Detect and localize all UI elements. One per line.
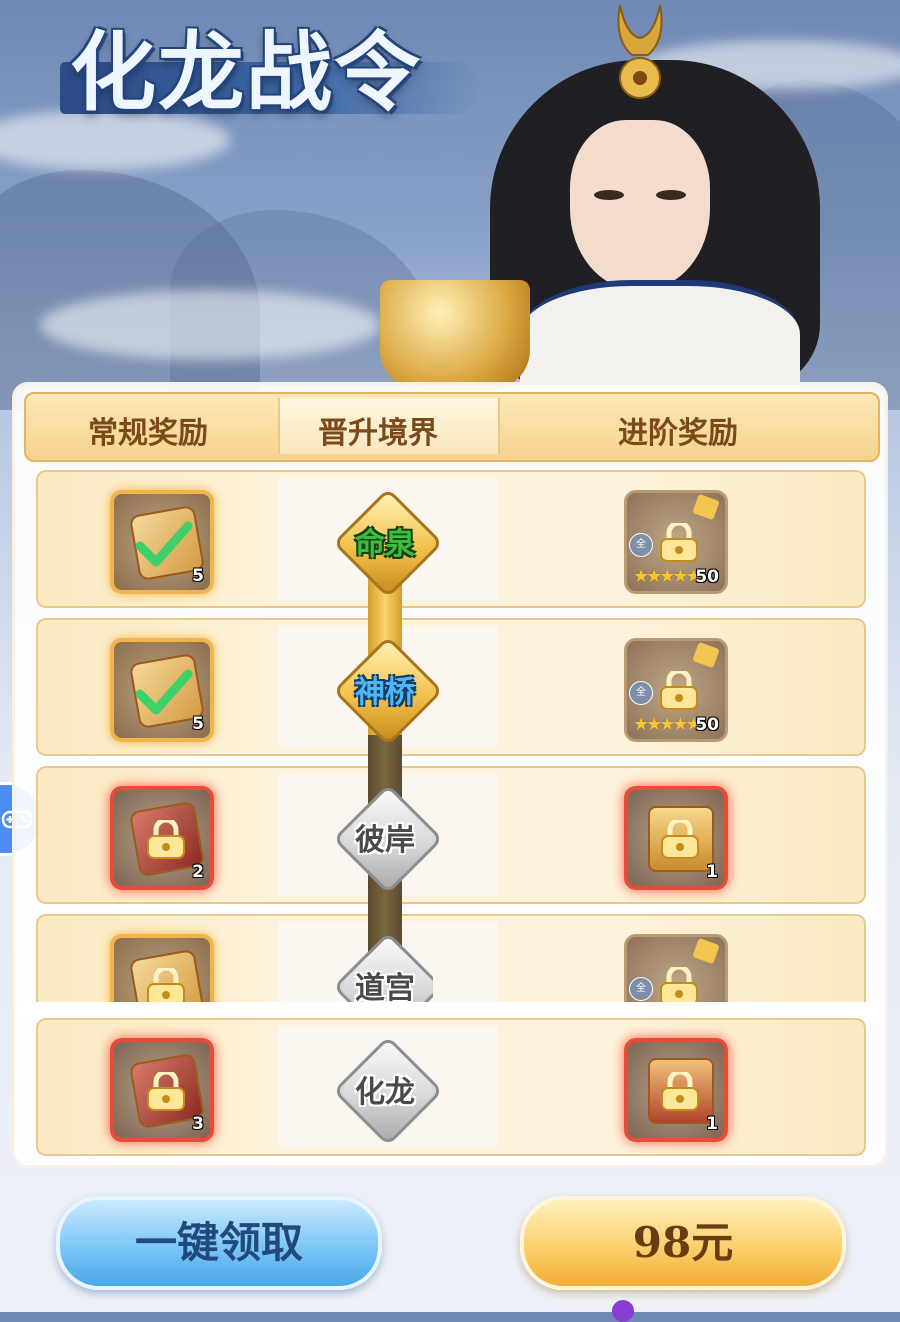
claimed-check-icon (135, 669, 193, 715)
realm-label: 命泉 (355, 527, 415, 562)
realm-label: 神桥 (355, 675, 415, 710)
item-quantity: 5 (192, 714, 204, 734)
item-quantity: 1 (706, 862, 718, 882)
claimed-check-icon (135, 521, 193, 567)
item-quantity: 3 (192, 1114, 204, 1134)
advanced-reward-slot[interactable]: 全 ★★★★★ 50 (624, 490, 728, 594)
star-rating: ★★★★★ (633, 566, 702, 587)
badge-icon: 全 (629, 681, 653, 705)
reward-row: 5 全 ★★★★★ 50 (36, 618, 866, 756)
reward-row: 全 (36, 914, 866, 1006)
item-quantity: 1 (706, 1114, 718, 1134)
badge-icon: 全 (629, 977, 653, 1001)
advanced-reward-slot[interactable]: 全 (624, 934, 728, 1006)
lock-icon (661, 820, 699, 859)
claim-all-button[interactable]: 一键领取 (56, 1196, 382, 1290)
character-face (570, 120, 710, 290)
character-eye (656, 190, 686, 200)
realm-node[interactable]: 神桥 (332, 635, 444, 747)
normal-reward-slot[interactable]: 5 (110, 490, 214, 594)
normal-reward-slot[interactable]: 2 (110, 786, 214, 890)
character-portrait (380, 0, 900, 416)
star-rating: ★★★★★ (633, 714, 702, 735)
normal-reward-slot[interactable]: 5 (110, 638, 214, 742)
item-quantity: 50 (695, 715, 719, 735)
puzzle-piece-icon (692, 493, 720, 521)
realm-node[interactable]: 化龙 (332, 1035, 444, 1147)
puzzle-piece-icon (692, 641, 720, 669)
advanced-reward-slot[interactable]: 全 ★★★★★ 50 (624, 638, 728, 742)
golden-urn-icon (380, 280, 530, 390)
item-quantity: 5 (192, 566, 204, 586)
bottom-indicator-icon (612, 1300, 634, 1322)
lock-icon (660, 967, 698, 1006)
badge-icon: 全 (629, 533, 653, 557)
page-title: 化龙战令 (70, 22, 422, 123)
header-realm: 晋升境界 (318, 416, 438, 451)
lock-icon (147, 820, 185, 859)
advanced-reward-slot[interactable]: 1 (624, 1038, 728, 1142)
final-reward-row: 3 1 (36, 1018, 866, 1156)
lock-icon (660, 523, 698, 562)
item-quantity: 2 (192, 862, 204, 882)
header-normal-rewards: 常规奖励 (88, 416, 208, 451)
realm-node[interactable]: 道宫 (337, 936, 433, 1002)
lock-icon (660, 671, 698, 710)
advanced-reward-slot[interactable]: 1 (624, 786, 728, 890)
column-header: 常规奖励 晋升境界 进阶奖励 (24, 392, 880, 462)
scroll-clip-edge (20, 1002, 880, 1016)
character-eye (594, 190, 624, 200)
lock-icon (661, 1072, 699, 1111)
title-banner: 化龙战令 (40, 0, 480, 123)
lock-icon (147, 968, 185, 1006)
reward-row: 2 1 (36, 766, 866, 904)
realm-label: 化龙 (355, 1075, 415, 1110)
lock-icon (147, 1072, 185, 1111)
puzzle-piece-icon (692, 937, 720, 965)
header-advanced-rewards: 进阶奖励 (618, 416, 738, 451)
realm-label: 彼岸 (355, 823, 415, 858)
normal-reward-slot[interactable] (110, 934, 214, 1006)
reward-row: 5 全 ★★★★★ 50 (36, 470, 866, 608)
hair-crown-icon (617, 4, 663, 99)
item-quantity: 50 (695, 567, 719, 587)
realm-node[interactable]: 命泉 (332, 487, 444, 599)
normal-reward-slot[interactable]: 3 (110, 1038, 214, 1142)
realm-node[interactable]: 彼岸 (332, 783, 444, 895)
purchase-button[interactable]: 98元 (520, 1196, 846, 1290)
realm-label: 道宫 (355, 971, 415, 1002)
